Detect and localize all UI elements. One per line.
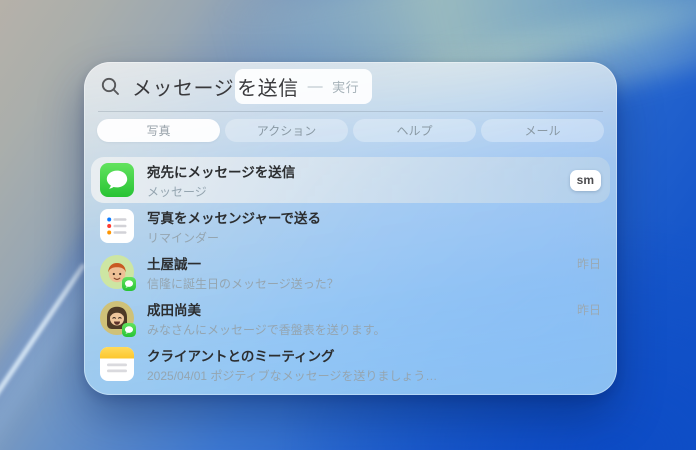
result-title: 写真をメッセンジャーで送る xyxy=(147,207,601,227)
reminders-app-icon xyxy=(100,209,134,243)
contact-avatar-memoji xyxy=(100,255,134,289)
filter-chip-actions[interactable]: アクション xyxy=(225,119,348,142)
result-row-contact-1[interactable]: 土屋誠一 信隆に誕生日のメッセージ送った？ 昨日 xyxy=(91,249,610,295)
filter-chip-mail[interactable]: メール xyxy=(481,119,604,142)
result-title: 成田尚美 xyxy=(147,299,564,319)
desktop: { "colors": { "wallpaper_deep_blue": "#1… xyxy=(0,0,696,450)
result-date: 昨日 xyxy=(577,257,601,271)
result-subtitle: リマインダー xyxy=(147,229,601,246)
filter-chip-help[interactable]: ヘルプ xyxy=(353,119,476,142)
result-text: クライアントとのミーティング 2025/04/01 ポジティブなメッセージを送り… xyxy=(147,345,601,384)
result-title: 宛先にメッセージを送信 xyxy=(147,161,557,181)
result-subtitle: メッセージ xyxy=(147,183,557,200)
search-bar[interactable]: メッセージを送信 — 実行 xyxy=(84,62,617,111)
result-subtitle: みなさんにメッセージで香盤表を送ります。 xyxy=(147,321,564,338)
result-row-send-message[interactable]: 宛先にメッセージを送信 メッセージ sm xyxy=(91,157,610,203)
result-row-reminder[interactable]: 写真をメッセンジャーで送る リマインダー xyxy=(91,203,610,249)
result-text: 土屋誠一 信隆に誕生日のメッセージ送った？ xyxy=(147,253,564,292)
result-subtitle: 信隆に誕生日のメッセージ送った？ xyxy=(147,275,564,292)
result-row-note[interactable]: クライアントとのミーティング 2025/04/01 ポジティブなメッセージを送り… xyxy=(91,341,610,387)
search-completion-text: を送信 xyxy=(237,72,299,101)
search-action-hint: 実行 xyxy=(332,77,359,96)
notes-app-icon xyxy=(100,347,134,381)
messages-app-icon xyxy=(100,163,134,197)
result-meta: 昨日 xyxy=(577,295,601,319)
result-title: 土屋誠一 xyxy=(147,253,564,273)
result-subtitle: 2025/04/01 ポジティブなメッセージを送りましょう… xyxy=(147,367,601,384)
filter-chips: 写真 アクション ヘルプ メール xyxy=(84,112,617,149)
messages-mini-badge xyxy=(122,323,136,337)
result-date: 昨日 xyxy=(577,303,601,317)
shortcut-badge: sm xyxy=(570,170,601,191)
result-text: 写真をメッセンジャーで送る リマインダー xyxy=(147,207,601,246)
result-text: 宛先にメッセージを送信 メッセージ xyxy=(147,161,557,200)
search-input[interactable]: メッセージを送信 — 実行 xyxy=(132,69,372,104)
filter-chip-photos[interactable]: 写真 xyxy=(97,119,220,142)
contact-avatar-memoji xyxy=(100,301,134,335)
search-query-text: メッセージ xyxy=(132,72,234,101)
wallpaper-diagonal-line xyxy=(0,263,86,450)
search-icon xyxy=(100,76,121,97)
result-text: 成田尚美 みなさんにメッセージで香盤表を送ります。 xyxy=(147,299,564,338)
result-row-contact-2[interactable]: 成田尚美 みなさんにメッセージで香盤表を送ります。 昨日 xyxy=(91,295,610,341)
result-title: クライアントとのミーティング xyxy=(147,345,601,365)
spotlight-window: メッセージを送信—実行 写真 アクション ヘルプ メール 宛先にメッセージを送信… xyxy=(84,62,617,395)
result-meta: 昨日 xyxy=(577,249,601,273)
search-separator: — xyxy=(308,78,324,95)
search-completion-pill[interactable]: を送信 — 実行 xyxy=(235,69,372,104)
messages-mini-badge xyxy=(122,277,136,291)
result-meta: sm xyxy=(570,171,601,189)
results-list: 宛先にメッセージを送信 メッセージ sm 写真 xyxy=(84,149,617,395)
